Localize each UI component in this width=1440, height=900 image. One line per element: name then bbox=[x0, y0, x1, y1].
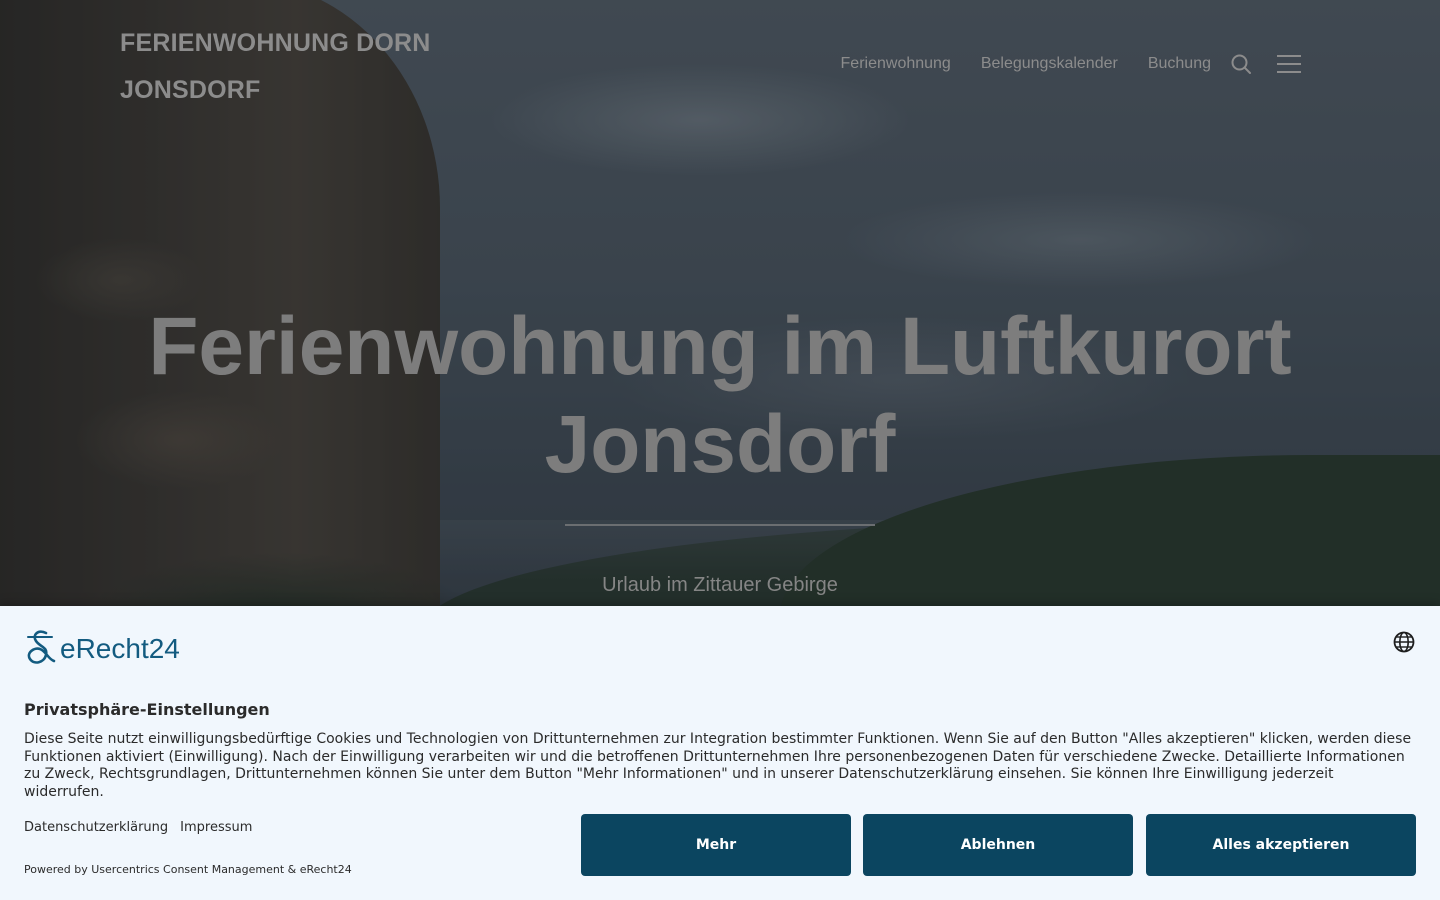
consent-description: Diese Seite nutzt einwilligungsbedürftig… bbox=[24, 731, 1412, 800]
hero-title: Ferienwohnung im Luftkurort Jonsdorf bbox=[148, 301, 1292, 490]
consent-heading: Privatsphäre-Einstellungen bbox=[24, 700, 270, 719]
imprint-link[interactable]: Impressum bbox=[180, 819, 252, 837]
search-icon-glyph bbox=[1231, 54, 1251, 74]
search-icon[interactable] bbox=[1225, 48, 1257, 80]
page: FERIENWOHNUNG DORN JONSDORF Ferienwohnun… bbox=[0, 0, 1440, 900]
site-title-link[interactable]: FERIENWOHNUNG DORN JONSDORF bbox=[120, 20, 460, 114]
deny-button[interactable]: Ablehnen bbox=[863, 814, 1133, 876]
language-globe-icon[interactable] bbox=[1392, 630, 1416, 654]
privacy-policy-link[interactable]: Datenschutzerklärung bbox=[24, 819, 168, 837]
primary-navigation: Ferienwohnung Belegungskalender Buchung bbox=[841, 48, 1305, 80]
consent-links: Datenschutzerklärung Impressum bbox=[24, 819, 252, 837]
accept-all-button[interactable]: Alles akzeptieren bbox=[1146, 814, 1416, 876]
hero-subtitle: Urlaub im Zittauer Gebirge bbox=[602, 574, 838, 596]
powered-by-text: Powered by Usercentrics Consent Manageme… bbox=[24, 863, 352, 876]
menu-icon[interactable] bbox=[1273, 48, 1305, 80]
hero-divider bbox=[565, 524, 875, 526]
menu-icon-glyph bbox=[1277, 55, 1301, 73]
nav-item-belegungskalender[interactable]: Belegungskalender bbox=[981, 55, 1118, 73]
erecht24-logo-icon bbox=[27, 630, 56, 664]
erecht24-logo-text: eRecht24 bbox=[60, 633, 180, 664]
erecht24-logo: eRecht24 bbox=[24, 628, 180, 670]
globe-icon-glyph bbox=[1393, 631, 1415, 653]
site-header: FERIENWOHNUNG DORN JONSDORF Ferienwohnun… bbox=[0, 0, 1440, 130]
more-info-button[interactable]: Mehr bbox=[581, 814, 851, 876]
nav-item-buchung[interactable]: Buchung bbox=[1148, 55, 1211, 73]
nav-item-ferienwohnung[interactable]: Ferienwohnung bbox=[841, 55, 951, 73]
